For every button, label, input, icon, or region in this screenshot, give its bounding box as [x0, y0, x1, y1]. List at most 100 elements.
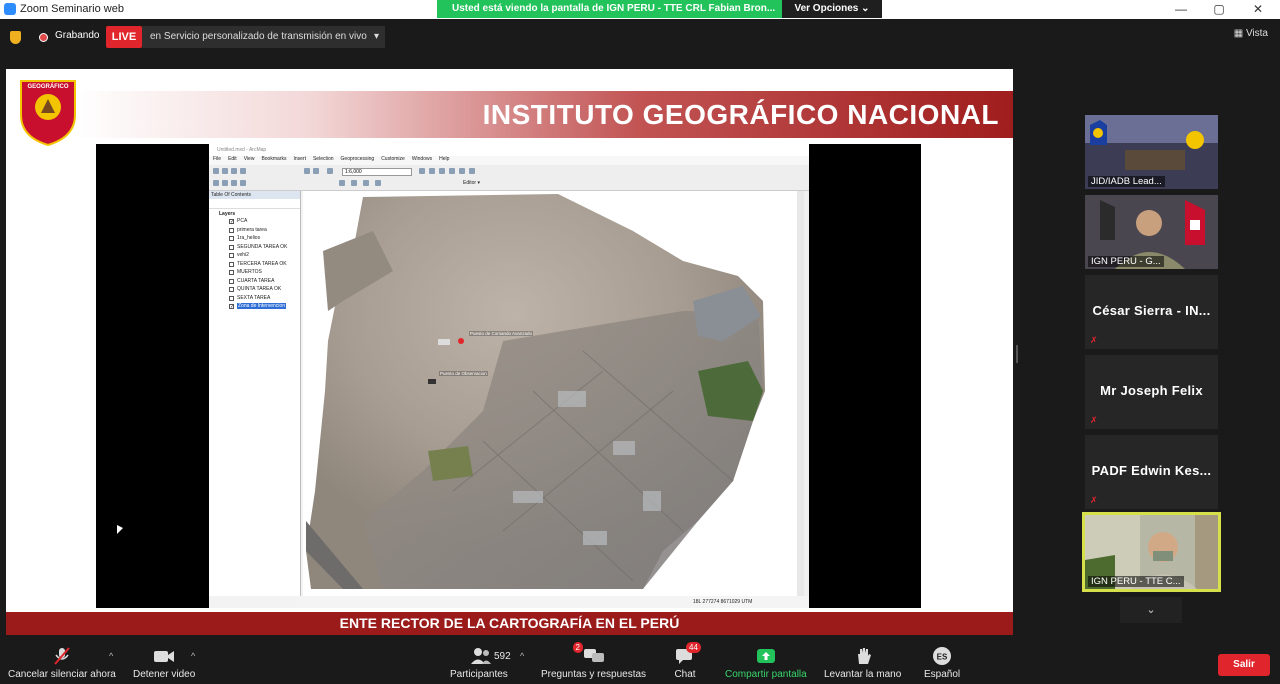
save-icon[interactable] — [231, 168, 237, 174]
print-icon[interactable] — [240, 168, 246, 174]
share-screen-label: Compartir pantalla — [725, 669, 807, 680]
video-options-caret-icon[interactable]: ^ — [191, 651, 195, 661]
search-icon[interactable] — [449, 168, 455, 174]
toc-layer-item[interactable]: PCA — [209, 217, 300, 227]
identify-icon[interactable] — [351, 180, 357, 186]
security-shield-icon[interactable] — [10, 31, 21, 44]
audio-options-caret-icon[interactable]: ^ — [109, 651, 113, 661]
stop-video-button[interactable]: Detener video — [133, 647, 195, 680]
panel-resize-handle[interactable] — [1016, 345, 1018, 363]
toc-layer-item[interactable]: vehi2 — [209, 251, 300, 260]
layer-visibility-checkbox[interactable] — [229, 218, 234, 227]
maximize-button[interactable]: ▢ — [1204, 1, 1234, 18]
raise-hand-button[interactable]: Levantar la mano — [824, 647, 901, 680]
zoom-in-icon[interactable] — [213, 180, 219, 186]
minimize-button[interactable]: — — [1166, 1, 1196, 18]
arcmap-menu-item[interactable]: Selection — [313, 156, 334, 165]
layer-visibility-checkbox[interactable] — [229, 295, 234, 301]
arcmap-menu-item[interactable]: Windows — [412, 156, 432, 165]
language-button[interactable]: ES Español — [924, 647, 960, 680]
qa-button[interactable]: 2 Preguntas y respuestas — [541, 642, 646, 680]
active-speaker-tile[interactable]: IGN PERU - TTE C... — [1082, 512, 1221, 592]
select-arrow-icon[interactable] — [339, 180, 345, 186]
chat-button[interactable]: 44 Chat — [674, 642, 701, 680]
pan-icon[interactable] — [231, 180, 237, 186]
open-icon[interactable] — [222, 168, 228, 174]
layer-visibility-checkbox[interactable] — [229, 227, 234, 233]
layer-visibility-checkbox[interactable] — [229, 261, 234, 267]
arctoolbox-icon[interactable] — [459, 168, 465, 174]
participants-options-caret-icon[interactable]: ^ — [520, 651, 524, 661]
layer-visibility-checkbox[interactable] — [229, 303, 234, 312]
grid-icon: ▦ — [1233, 28, 1246, 39]
toc-layer-item[interactable]: CUARTA TAREA — [209, 277, 300, 286]
arcmap-menu-item[interactable]: Geoprocessing — [341, 156, 375, 165]
table-of-contents: Table Of Contents Layers PCAprimera tare… — [209, 191, 301, 596]
language-code: ES — [937, 653, 948, 662]
toc-toggle-icon[interactable] — [429, 168, 435, 174]
map-vertical-scrollbar[interactable] — [797, 191, 804, 596]
arcmap-menubar: File Edit View Bookmarks Insert Selection Geop… — [209, 156, 809, 165]
layer-visibility-checkbox[interactable] — [229, 253, 234, 258]
toc-layer-item[interactable]: MUERTOS — [209, 268, 300, 277]
arcmap-menu-item[interactable]: Bookmarks — [261, 156, 286, 165]
participants-count: 592 — [494, 651, 511, 662]
view-button[interactable]: ▦ Vista — [1234, 28, 1268, 39]
arcmap-menu-item[interactable]: Customize — [381, 156, 405, 165]
layer-visibility-checkbox[interactable] — [229, 287, 234, 292]
language-globe-icon: ES — [931, 647, 953, 665]
participant-tile[interactable]: Mr Joseph Felix ✗ — [1085, 355, 1218, 429]
arcmap-menu-item[interactable]: File — [213, 156, 221, 165]
layer-name: 1ra_helios — [237, 235, 261, 241]
toc-layer-item[interactable]: 1ra_helios — [209, 234, 300, 243]
ign-emblem-icon: GEOGRÁFICO — [20, 80, 76, 147]
python-icon[interactable] — [469, 168, 475, 174]
arcmap-menu-item[interactable]: View — [244, 156, 255, 165]
layer-visibility-checkbox[interactable] — [229, 244, 234, 250]
toc-layer-item[interactable]: Zona de Intervencion — [209, 302, 300, 312]
view-options-button[interactable]: Ver Opciones ⌄ — [782, 0, 882, 18]
arcmap-menu-item[interactable]: Edit — [228, 156, 237, 165]
toc-layer-item[interactable]: SEGUNDA TAREA OK — [209, 243, 300, 252]
chat-bubble-icon: 44 — [674, 642, 701, 665]
add-data-icon[interactable] — [327, 168, 333, 174]
find-icon[interactable] — [363, 180, 369, 186]
layer-visibility-checkbox[interactable] — [229, 270, 234, 275]
arcmap-menu-item[interactable]: Insert — [293, 156, 306, 165]
emblem-top-text: GEOGRÁFICO — [27, 83, 68, 90]
toc-layer-item[interactable]: TERCERA TAREA OK — [209, 260, 300, 269]
map-view[interactable]: Puesto de Comando Avanzado Puesto de Obs… — [303, 191, 797, 596]
toc-layer-item[interactable]: primera tarea — [209, 226, 300, 235]
unmute-button[interactable]: Cancelar silenciar ahora — [8, 647, 116, 680]
layer-name: SEXTA TAREA — [237, 294, 271, 301]
livestream-dropdown[interactable]: en Servicio personalizado de transmisión… — [142, 26, 385, 48]
map-scale-field[interactable]: 1:6,000 — [342, 168, 412, 176]
arcmap-menu-item[interactable]: Help — [439, 156, 449, 165]
participant-tile[interactable]: César Sierra - IN... ✗ — [1085, 275, 1218, 349]
raise-hand-icon — [852, 647, 874, 665]
participant-tile[interactable]: PADF Edwin Kes... ✗ — [1085, 435, 1218, 509]
editor-toolbar-icon[interactable] — [419, 168, 425, 174]
slide-footer: ENTE RECTOR DE LA CARTOGRAFÍA EN EL PERÚ — [6, 612, 1013, 635]
leave-button[interactable]: Salir — [1218, 654, 1270, 676]
editor-menu[interactable]: Editor ▾ — [463, 180, 480, 186]
full-extent-icon[interactable] — [240, 180, 246, 186]
share-screen-button[interactable]: Compartir pantalla — [725, 647, 807, 680]
measure-icon[interactable] — [375, 180, 381, 186]
undo-icon[interactable] — [304, 168, 310, 174]
zoom-out-icon[interactable] — [222, 180, 228, 186]
participants-icon — [470, 647, 492, 665]
gallery-scroll-down-button[interactable]: ⌄ — [1120, 597, 1182, 623]
catalog-side-tabs[interactable] — [804, 191, 809, 596]
participant-tile[interactable]: JID/IADB Lead... — [1085, 115, 1218, 189]
new-icon[interactable] — [213, 168, 219, 174]
layer-visibility-checkbox[interactable] — [229, 278, 234, 284]
chat-badge: 44 — [686, 642, 701, 653]
layer-visibility-checkbox[interactable] — [229, 236, 234, 241]
toc-layer-item[interactable]: SEXTA TAREA — [209, 294, 300, 303]
participant-tile[interactable]: IGN PERU - G... — [1085, 195, 1218, 269]
close-button[interactable]: ✕ — [1243, 1, 1273, 18]
toc-layer-item[interactable]: QUINTA TAREA OK — [209, 285, 300, 294]
redo-icon[interactable] — [313, 168, 319, 174]
catalog-icon[interactable] — [439, 168, 445, 174]
